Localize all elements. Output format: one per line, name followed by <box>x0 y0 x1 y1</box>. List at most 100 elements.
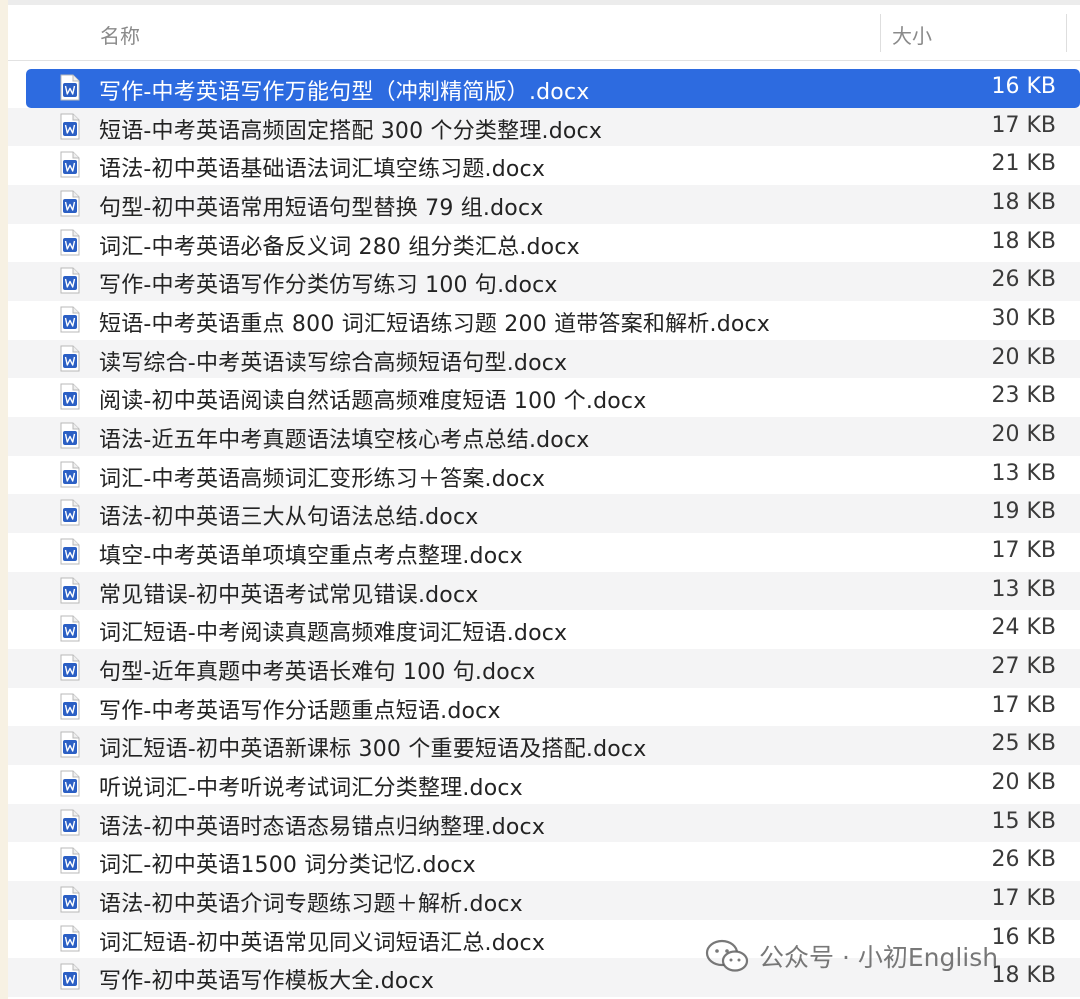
column-divider[interactable] <box>1066 14 1067 52</box>
file-size: 25 KB <box>991 731 1056 757</box>
file-name: 短语-中考英语重点 800 词汇短语练习题 200 道带答案和解析.docx <box>99 312 771 338</box>
word-document-icon <box>60 499 80 526</box>
column-header: 名称 大小 <box>8 6 1080 61</box>
file-size: 20 KB <box>991 422 1056 448</box>
watermark-text: 公众号 · 小初English <box>759 943 999 972</box>
word-document-icon <box>60 654 80 681</box>
name-column-header[interactable]: 名称 <box>100 20 140 49</box>
word-document-icon <box>60 151 80 178</box>
word-document-icon <box>60 461 80 488</box>
file-size: 21 KB <box>991 151 1056 177</box>
file-name: 写作-中考英语写作分话题重点短语.docx <box>99 698 501 724</box>
file-size: 23 KB <box>991 383 1056 409</box>
file-row[interactable]: 填空-中考英语单项填空重点考点整理.docx 17 KB <box>8 533 1080 572</box>
file-size: 15 KB <box>991 808 1056 834</box>
file-size: 26 KB <box>991 267 1056 293</box>
column-divider[interactable] <box>880 14 881 52</box>
file-row[interactable]: 阅读-初中英语阅读自然话题高频难度短语 100 个.docx 23 KB <box>8 378 1080 417</box>
file-name: 词汇-中考英语高频词汇变形练习＋答案.docx <box>99 466 546 492</box>
file-row[interactable]: 语法-初中英语三大从句语法总结.docx 19 KB <box>8 494 1080 534</box>
file-name: 读写综合-中考英语读写综合高频短语句型.docx <box>99 350 568 376</box>
file-size: 17 KB <box>991 692 1056 718</box>
file-size: 24 KB <box>991 615 1056 641</box>
file-row[interactable]: 写作-中考英语写作万能句型（冲刺精简版）.docx 16 KB <box>26 69 1080 108</box>
toolbar-edge <box>8 0 1080 5</box>
file-row[interactable]: 词汇短语-中考阅读真题高频难度词汇短语.docx 24 KB <box>8 610 1080 649</box>
word-document-icon <box>60 886 80 913</box>
file-name: 填空-中考英语单项填空重点考点整理.docx <box>99 544 523 570</box>
file-size: 17 KB <box>991 886 1056 912</box>
file-size: 17 KB <box>991 112 1056 138</box>
file-name: 词汇短语-中考阅读真题高频难度词汇短语.docx <box>99 621 568 647</box>
file-name: 句型-初中英语常用短语句型替换 79 组.docx <box>99 196 544 222</box>
file-row[interactable]: 词汇-中考英语高频词汇变形练习＋答案.docx 13 KB <box>8 456 1080 495</box>
file-list: 写作-中考英语写作万能句型（冲刺精简版）.docx 16 KB 短语-中考英语高频固… <box>8 69 1080 998</box>
word-document-icon <box>60 190 80 217</box>
file-row[interactable]: 常见错误-初中英语考试常见错误.docx 13 KB <box>8 571 1080 611</box>
file-size: 30 KB <box>991 306 1056 332</box>
file-row[interactable]: 读写综合-中考英语读写综合高频短语句型.docx 20 KB <box>8 339 1080 379</box>
word-document-icon <box>60 731 80 758</box>
file-size: 20 KB <box>991 770 1056 796</box>
file-row[interactable]: 写作-中考英语写作分话题重点短语.docx 17 KB <box>8 688 1080 727</box>
file-name: 句型-近年真题中考英语长难句 100 句.docx <box>99 660 536 686</box>
file-row[interactable]: 短语-中考英语高频固定搭配 300 个分类整理.docx 17 KB <box>8 107 1080 147</box>
word-document-icon <box>60 538 80 565</box>
file-name: 写作-中考英语写作万能句型（冲刺精简版）.docx <box>99 80 590 105</box>
file-name: 语法-近五年中考真题语法填空核心考点总结.docx <box>99 428 590 454</box>
file-name: 语法-初中英语三大从句语法总结.docx <box>99 505 479 531</box>
file-name: 词汇短语-初中英语常见同义词短语汇总.docx <box>99 930 546 956</box>
file-size: 18 KB <box>991 963 1056 989</box>
file-row[interactable]: 语法-初中英语时态语态易错点归纳整理.docx 15 KB <box>8 803 1080 843</box>
file-row[interactable]: 词汇-中考英语必备反义词 280 组分类汇总.docx 18 KB <box>8 224 1080 263</box>
file-row[interactable]: 句型-近年真题中考英语长难句 100 句.docx 27 KB <box>8 649 1080 688</box>
word-document-icon <box>60 925 80 952</box>
file-size: 17 KB <box>991 538 1056 564</box>
file-name: 词汇短语-初中英语新课标 300 个重要短语及搭配.docx <box>99 737 647 763</box>
word-document-icon <box>60 383 80 410</box>
word-document-icon <box>60 615 80 642</box>
watermark: 公众号 · 小初English <box>705 938 998 974</box>
file-name: 听说词汇-中考听说考试词汇分类整理.docx <box>99 776 523 802</box>
file-size: 27 KB <box>991 654 1056 680</box>
file-name: 词汇-初中英语1500 词分类记忆.docx <box>99 853 476 879</box>
file-name: 词汇-中考英语必备反义词 280 组分类汇总.docx <box>99 234 580 260</box>
file-size: 18 KB <box>991 190 1056 216</box>
word-document-icon <box>60 809 80 836</box>
file-name: 语法-初中英语介词专题练习题＋解析.docx <box>99 892 523 918</box>
file-row[interactable]: 语法-初中英语基础语法词汇填空练习题.docx 21 KB <box>8 146 1080 185</box>
file-size: 19 KB <box>991 499 1056 525</box>
word-document-icon <box>60 345 80 372</box>
word-document-icon <box>60 693 80 720</box>
word-document-icon <box>60 267 80 294</box>
word-document-icon <box>60 577 80 604</box>
file-name: 语法-初中英语时态语态易错点归纳整理.docx <box>99 814 546 840</box>
file-row[interactable]: 词汇短语-初中英语新课标 300 个重要短语及搭配.docx 25 KB <box>8 726 1080 766</box>
file-name: 语法-初中英语基础语法词汇填空练习题.docx <box>99 157 546 183</box>
file-name: 写作-初中英语写作模板大全.docx <box>99 969 435 995</box>
file-row[interactable]: 听说词汇-中考听说考试词汇分类整理.docx 20 KB <box>8 765 1080 804</box>
file-name: 阅读-初中英语阅读自然话题高频难度短语 100 个.docx <box>99 389 647 415</box>
file-name: 写作-中考英语写作分类仿写练习 100 句.docx <box>99 273 558 299</box>
word-document-icon <box>60 113 80 140</box>
file-name: 短语-中考英语高频固定搭配 300 个分类整理.docx <box>99 118 603 144</box>
file-row[interactable]: 词汇-初中英语1500 词分类记忆.docx 26 KB <box>8 842 1080 881</box>
wechat-logo-icon <box>705 939 749 972</box>
word-document-icon <box>60 306 80 333</box>
file-row[interactable]: 语法-近五年中考真题语法填空核心考点总结.docx 20 KB <box>8 417 1080 456</box>
file-size: 26 KB <box>991 847 1056 873</box>
file-row[interactable]: 语法-初中英语介词专题练习题＋解析.docx 17 KB <box>8 881 1080 920</box>
file-size: 16 KB <box>991 74 1056 99</box>
file-row[interactable]: 句型-初中英语常用短语句型替换 79 组.docx 18 KB <box>8 185 1080 224</box>
file-row[interactable]: 写作-中考英语写作分类仿写练习 100 句.docx 26 KB <box>8 262 1080 302</box>
file-size: 13 KB <box>991 576 1056 602</box>
file-size: 16 KB <box>991 924 1056 950</box>
word-document-icon <box>60 229 80 256</box>
file-row[interactable]: 短语-中考英语重点 800 词汇短语练习题 200 道带答案和解析.docx 30… <box>8 301 1080 340</box>
file-size: 13 KB <box>991 460 1056 486</box>
word-document-icon <box>60 422 80 449</box>
file-size: 18 KB <box>991 228 1056 254</box>
finder-window: 名称 大小 写作-中考英语写作万能句型（冲刺精简版）.docx 16 KB 短语-中… <box>8 0 1080 999</box>
size-column-header[interactable]: 大小 <box>892 20 932 49</box>
file-size: 20 KB <box>991 344 1056 370</box>
